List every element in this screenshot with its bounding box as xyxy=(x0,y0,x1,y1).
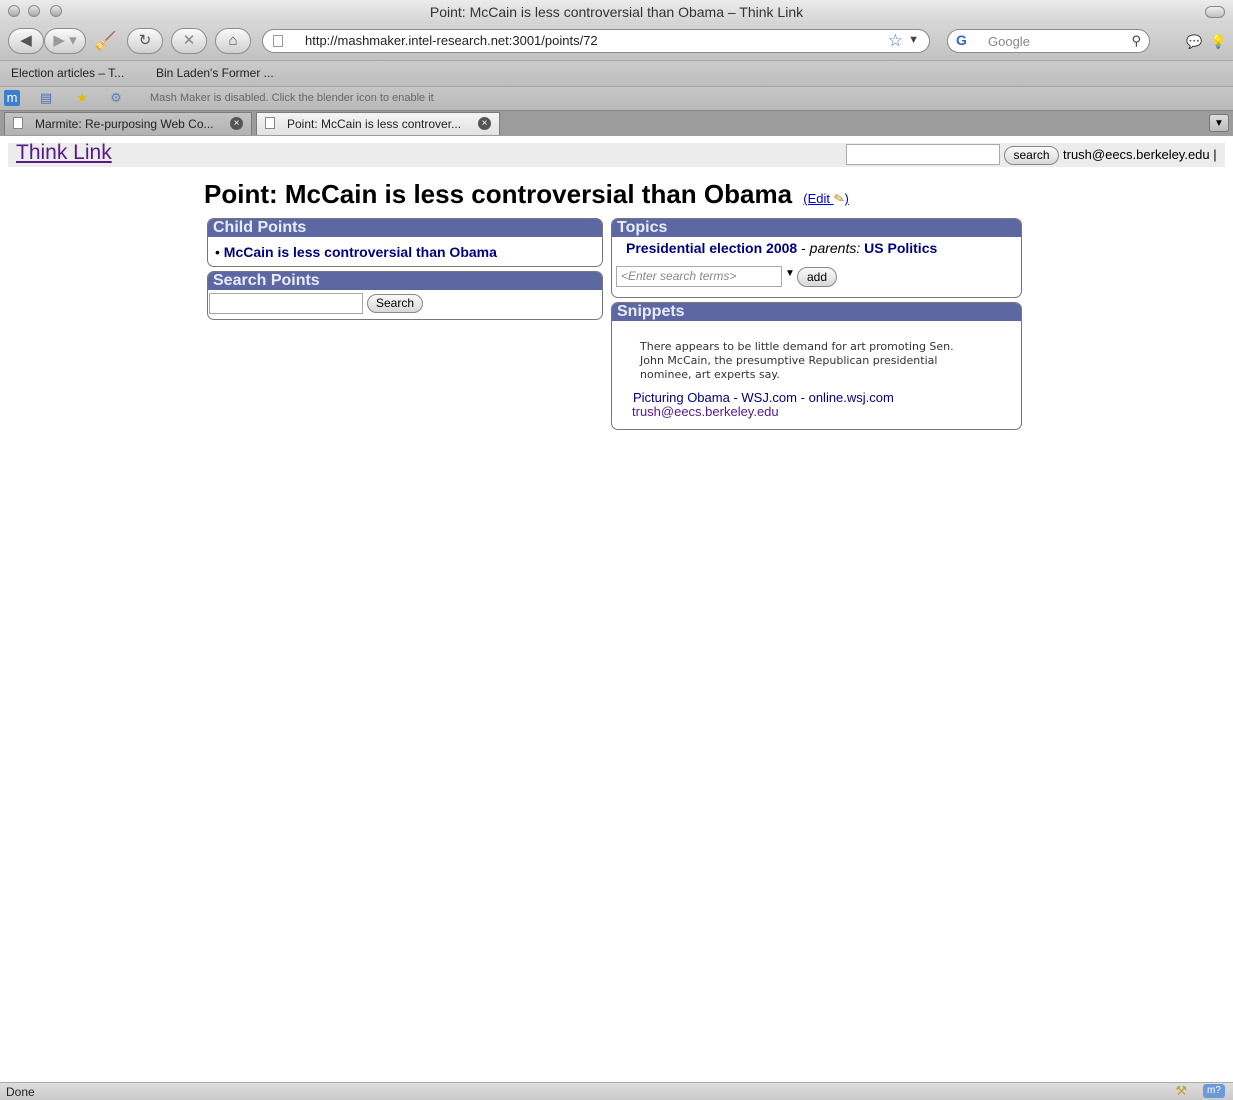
page-icon xyxy=(265,117,275,129)
edit-label: (Edit xyxy=(803,191,831,206)
home-button[interactable]: ⌂ xyxy=(215,28,251,54)
child-points-panel: Child Points • McCain is less controvers… xyxy=(207,218,603,267)
stop-button[interactable]: ✕ xyxy=(171,28,207,54)
tab-label: Marmite: Re-purposing Web Co... xyxy=(35,117,214,131)
site-home-link[interactable]: Think Link xyxy=(16,141,112,165)
bookmark-star-icon[interactable]: ☆ xyxy=(888,31,903,51)
minimize-window-icon[interactable] xyxy=(28,5,40,17)
addon-status-icon[interactable]: m? xyxy=(1203,1084,1225,1098)
tab-marmite[interactable]: Marmite: Re-purposing Web Co... × xyxy=(4,112,252,135)
tab-point[interactable]: Point: McCain is less controver... × xyxy=(256,112,500,135)
reload-button[interactable]: ↻ xyxy=(127,28,163,54)
parents-label: parents: xyxy=(809,240,861,256)
topic-search-input[interactable]: <Enter search terms> xyxy=(616,266,782,287)
topics-heading: Topics xyxy=(612,219,1021,237)
search-points-heading: Search Points xyxy=(208,272,602,290)
snippet-source: Picturing Obama - WSJ.com - online.wsj.c… xyxy=(633,390,894,405)
close-window-icon[interactable] xyxy=(8,5,20,17)
blender-icon[interactable]: ⚙ xyxy=(108,90,124,106)
snippet-domain-link[interactable]: online.wsj.com xyxy=(809,390,894,405)
topic-dropdown-icon[interactable]: ▼ xyxy=(785,268,795,279)
mashmaker-icon[interactable]: m xyxy=(4,90,20,106)
idea-bulb-icon[interactable]: 💡 xyxy=(1210,34,1226,50)
addon-status-message: Mash Maker is disabled. Click the blende… xyxy=(150,92,434,104)
search-points-input[interactable] xyxy=(209,293,363,314)
snippet-source-link[interactable]: Picturing Obama - WSJ.com xyxy=(633,390,797,405)
snippets-panel: Snippets There appears to be little dema… xyxy=(611,302,1022,430)
google-engine-icon[interactable]: G xyxy=(956,32,967,48)
topic-link[interactable]: Presidential election 2008 xyxy=(626,240,797,256)
close-tab-icon[interactable]: × xyxy=(230,117,243,130)
site-header: Think Link search trush@eecs.berkeley.ed… xyxy=(8,141,1225,167)
bookmark-item[interactable]: Bin Laden's Former ... xyxy=(156,66,274,80)
page-icon xyxy=(273,35,283,47)
search-points-panel: Search Points Search xyxy=(207,271,603,320)
url-bar[interactable]: http://mashmaker.intel-research.net:3001… xyxy=(262,29,930,53)
url-text[interactable]: http://mashmaker.intel-research.net:3001… xyxy=(305,33,598,48)
user-email[interactable]: trush@eecs.berkeley.edu xyxy=(1063,147,1210,162)
addon-toolbar: m ▤ ★ ⚙ Mash Maker is disabled. Click th… xyxy=(0,86,1233,110)
mashmaker-blender-icon[interactable]: 🧹 xyxy=(94,31,116,52)
tab-bar: Marmite: Re-purposing Web Co... × Point:… xyxy=(0,110,1233,136)
snippets-heading: Snippets xyxy=(612,303,1021,321)
user-account: trush@eecs.berkeley.edu | xyxy=(1063,147,1217,162)
tab-label: Point: McCain is less controver... xyxy=(287,117,462,131)
add-topic-button[interactable]: add xyxy=(797,267,837,287)
page-title-text: Point: McCain is less controversial than… xyxy=(204,179,793,209)
header-search-button[interactable]: search xyxy=(1004,146,1059,165)
page-title: Point: McCain is less controversial than… xyxy=(204,179,849,210)
search-icon[interactable]: ⚲ xyxy=(1131,33,1141,49)
parent-topic-link[interactable]: US Politics xyxy=(864,240,937,256)
toolbar-toggle-icon[interactable] xyxy=(1205,6,1225,18)
chat-bubble-icon[interactable]: 💬 xyxy=(1186,34,1202,50)
topic-row: Presidential election 2008 - parents: US… xyxy=(612,237,1021,256)
url-dropdown-icon[interactable]: ▼ xyxy=(908,34,919,46)
sidebar-icon[interactable]: ▤ xyxy=(38,90,54,106)
snippet-author-link[interactable]: trush@eecs.berkeley.edu xyxy=(632,404,779,419)
window-title: Point: McCain is less controversial than… xyxy=(429,4,804,20)
child-points-heading: Child Points xyxy=(208,219,602,237)
status-bar: Done ⚒ m? xyxy=(0,1082,1233,1100)
favorites-star-icon[interactable]: ★ xyxy=(74,90,90,106)
header-separator: | xyxy=(1213,147,1217,162)
navigation-toolbar: ◀ ▶ ▾ 🧹 ↻ ✕ ⌂ http://mashmaker.intel-res… xyxy=(0,24,1233,60)
snippet-text: There appears to be little demand for ar… xyxy=(640,340,954,381)
blender-status-icon[interactable]: ⚒ xyxy=(1175,1083,1187,1099)
back-button[interactable]: ◀ xyxy=(8,28,44,54)
bookmark-item[interactable]: Election articles – T... xyxy=(11,66,124,80)
search-points-button[interactable]: Search xyxy=(367,294,423,313)
snippet-source-separator: - xyxy=(800,390,805,405)
edit-link[interactable]: (Edit ✎) xyxy=(803,190,849,207)
child-point-link[interactable]: McCain is less controversial than Obama xyxy=(224,244,497,260)
close-tab-icon[interactable]: × xyxy=(478,117,491,130)
search-placeholder: Google xyxy=(988,34,1030,49)
bullet: • xyxy=(215,244,220,260)
bookmarks-bar: Election articles – T... Bin Laden's For… xyxy=(0,60,1233,86)
topics-panel: Topics Presidential election 2008 - pare… xyxy=(611,218,1022,298)
forward-button[interactable]: ▶ ▾ xyxy=(44,28,86,54)
web-search-box[interactable]: G Google ⚲ xyxy=(947,29,1150,53)
status-text: Done xyxy=(6,1085,35,1099)
list-all-tabs-icon[interactable]: ▼ xyxy=(1209,114,1229,132)
page-icon xyxy=(13,117,23,129)
header-search-input[interactable] xyxy=(846,144,1000,165)
window-titlebar: Point: McCain is less controversial than… xyxy=(0,0,1233,24)
zoom-window-icon[interactable] xyxy=(50,5,62,17)
parents-separator: - xyxy=(801,240,810,256)
